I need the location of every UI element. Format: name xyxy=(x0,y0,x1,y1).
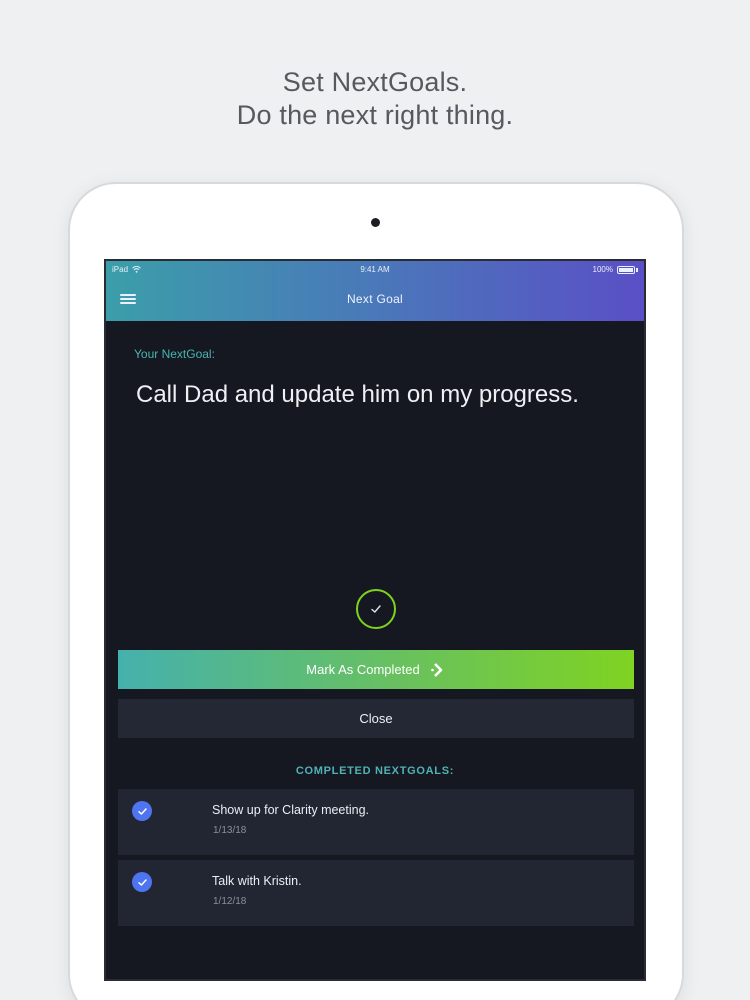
completed-goals-list: Show up for Clarity meeting. 1/13/18 Tal… xyxy=(118,789,634,931)
completed-goal-date: 1/12/18 xyxy=(213,896,247,907)
completed-check-icon xyxy=(132,872,152,892)
nav-title: Next Goal xyxy=(346,292,404,306)
check-circle-icon[interactable] xyxy=(356,589,396,629)
list-item[interactable]: Talk with Kristin. 1/12/18 xyxy=(118,860,634,926)
front-camera xyxy=(371,218,380,227)
completed-goal-text: Show up for Clarity meeting. xyxy=(212,803,370,817)
status-bar: iPad 9:41 AM 100% xyxy=(106,261,644,279)
completed-section-title: COMPLETED NEXTGOALS: xyxy=(295,765,455,777)
completed-check-icon xyxy=(132,801,152,821)
arrow-right-icon xyxy=(430,662,443,677)
marketing-headline: Set NextGoals. Do the next right thing. xyxy=(0,66,750,132)
headline-line-1: Set NextGoals. xyxy=(282,67,468,97)
app-screen: iPad 9:41 AM 100% Next Goal Your NextGoa… xyxy=(104,259,646,981)
mark-as-completed-label: Mark As Completed xyxy=(306,662,420,677)
headline-line-2: Do the next right thing. xyxy=(236,100,514,130)
top-navigation-bar: iPad 9:41 AM 100% Next Goal xyxy=(106,261,644,321)
status-time: 9:41 AM xyxy=(360,265,390,274)
goal-text: Call Dad and update him on my progress. xyxy=(136,381,579,408)
list-item[interactable]: Show up for Clarity meeting. 1/13/18 xyxy=(118,789,634,855)
battery-percent: 100% xyxy=(592,265,613,274)
completed-goal-text: Talk with Kristin. xyxy=(212,874,302,888)
completed-goal-date: 1/13/18 xyxy=(213,825,247,836)
goal-label: Your NextGoal: xyxy=(134,347,215,361)
battery-icon xyxy=(617,265,635,274)
checkmark-icon xyxy=(371,605,381,613)
mark-as-completed-button[interactable]: Mark As Completed xyxy=(118,650,634,689)
close-button[interactable]: Close xyxy=(118,699,634,738)
